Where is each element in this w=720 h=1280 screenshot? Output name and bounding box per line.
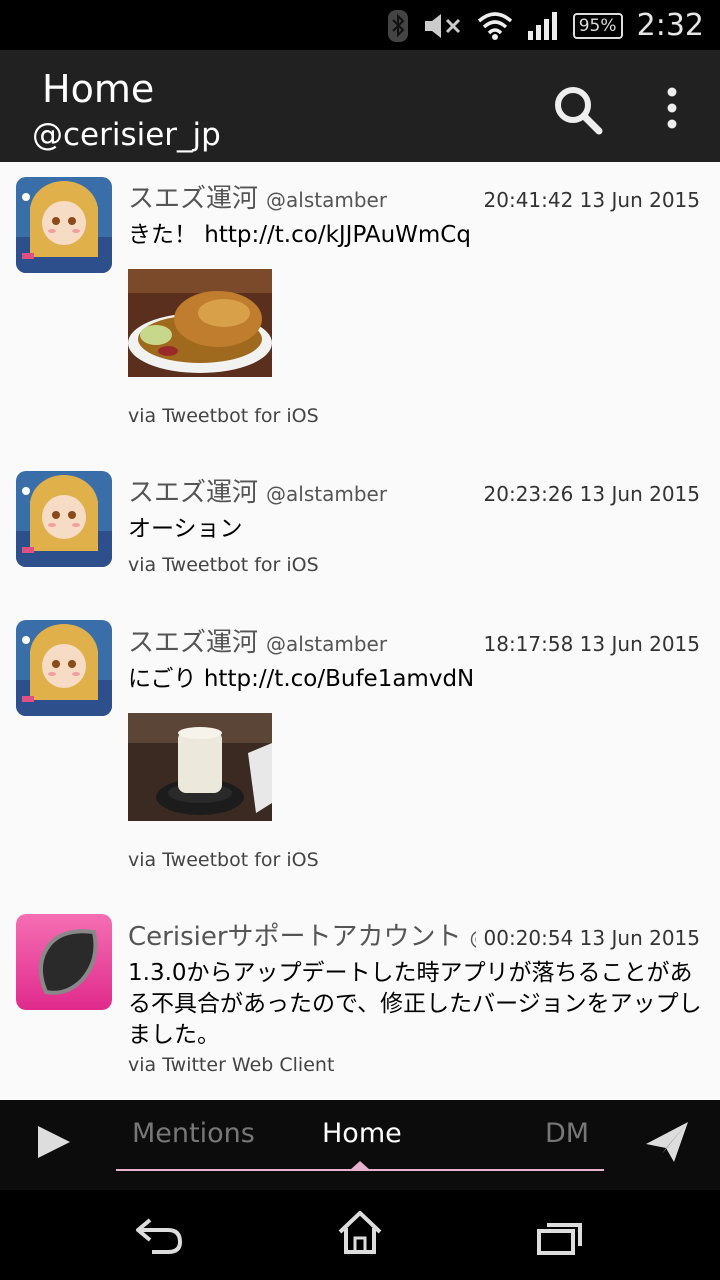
tweet-image[interactable]	[128, 713, 272, 821]
bottom-tab-bar: Mentions Home DM	[0, 1100, 720, 1190]
battery-level: 95%	[578, 15, 617, 36]
display-name: Cerisierサポートアカウント	[128, 922, 462, 952]
status-clock: 2:32	[636, 8, 704, 43]
tweet-source: via Twitter Web Client	[128, 1054, 335, 1076]
account-name: @cerisier_jp	[32, 117, 221, 153]
tweet-timestamp: 00:20:54 13 Jun 2015	[475, 926, 700, 950]
tweet-timestamp: 20:23:26 13 Jun 2015	[483, 482, 701, 506]
tweet-source: via Tweetbot for iOS	[128, 405, 319, 427]
tab-indicator-arrow	[350, 1161, 370, 1170]
home-icon[interactable]	[336, 1210, 384, 1256]
tweet-timestamp: 18:17:58 13 Jun 2015	[483, 632, 701, 656]
battery-icon: 95%	[572, 12, 623, 39]
tweet-item[interactable]: スエズ運河 @alstamber 20:23:26 13 Jun 2015 オーシ…	[0, 456, 720, 606]
status-bar: 95% 2:32	[0, 0, 720, 50]
signal-icon	[527, 11, 557, 40]
user-avatar[interactable]	[16, 620, 112, 716]
tweet-item[interactable]: スエズ運河 @alstamber 20:41:42 13 Jun 2015 きた！…	[0, 162, 720, 452]
search-icon[interactable]	[552, 84, 604, 136]
user-handle: @alstamber	[266, 188, 388, 212]
tweet-item[interactable]: スエズ運河 @alstamber 18:17:58 13 Jun 2015 にごり…	[0, 606, 720, 896]
back-icon[interactable]	[134, 1216, 186, 1256]
display-name: スエズ運河	[128, 478, 259, 508]
page-title: Home	[42, 67, 155, 111]
bluetooth-icon	[387, 9, 408, 42]
app-bar: Home @cerisier_jp	[0, 50, 720, 162]
tweet-image[interactable]	[128, 269, 272, 377]
display-name: スエズ運河	[128, 184, 259, 214]
display-name: スエズ運河	[128, 628, 259, 658]
mute-icon	[424, 13, 460, 38]
tweet-source: via Tweetbot for iOS	[128, 849, 319, 871]
timeline[interactable]: スエズ運河 @alstamber 20:41:42 13 Jun 2015 きた！…	[0, 162, 720, 1100]
user-avatar[interactable]	[16, 914, 112, 1010]
wifi-icon	[477, 11, 512, 40]
tweet-text: 1.3.0からアップデートした時アプリが落ちることがある不具合があったので、修正…	[128, 960, 702, 1048]
tweet-text: にごり http://t.co/Bufe1amvdN	[128, 666, 475, 692]
user-avatar[interactable]	[16, 177, 112, 273]
tweet-timestamp: 20:41:42 13 Jun 2015	[483, 188, 701, 212]
tab-mentions[interactable]: Mentions	[132, 1118, 255, 1149]
tweet-text: きた！ http://t.co/kJJPAuWmCq	[128, 222, 471, 248]
recents-icon[interactable]	[536, 1220, 584, 1256]
overflow-menu-icon[interactable]	[662, 86, 682, 130]
send-icon[interactable]	[644, 1120, 690, 1164]
user-handle: @alstamber	[266, 632, 388, 656]
user-handle: @alstamber	[266, 482, 388, 506]
tweet-source: via Tweetbot for iOS	[128, 554, 319, 576]
tab-home[interactable]: Home	[322, 1118, 402, 1149]
user-avatar[interactable]	[16, 471, 112, 567]
tweet-text: オーション	[128, 516, 243, 542]
tab-dm[interactable]: DM	[545, 1118, 589, 1149]
system-nav-bar	[0, 1190, 720, 1280]
tweet-item[interactable]: Cerisierサポートアカウント@... 00:20:54 13 Jun 20…	[0, 900, 720, 1100]
play-icon[interactable]	[36, 1124, 72, 1160]
